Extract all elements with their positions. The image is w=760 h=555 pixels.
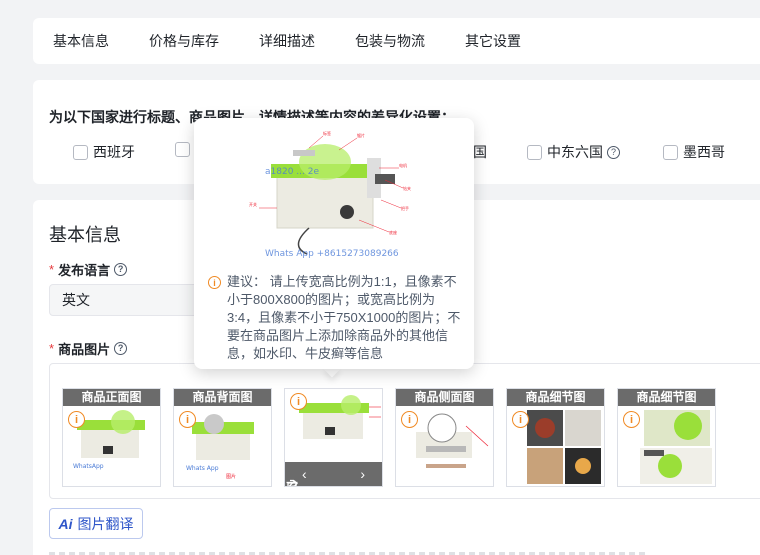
checkbox-box[interactable]: [73, 144, 88, 160]
warning-icon: i: [623, 411, 640, 428]
svg-text:Whats App: Whats App: [186, 465, 219, 472]
svg-text:WhatsApp: WhatsApp: [73, 463, 104, 470]
checkbox-mexico[interactable]: 墨西哥: [663, 142, 725, 162]
warning-icon: i: [290, 393, 307, 410]
checkbox-hidden[interactable]: [175, 142, 195, 157]
preview-image: 标签 锯片 电机钻夹 把手 开关 底座 a1820 ... 2e Whats App…: [249, 128, 419, 270]
question-circle-icon[interactable]: ?: [114, 342, 128, 355]
image-upload-tip: i 建议： 请上传宽高比例为1:1，且像素不小于800X800的图片；或宽高比例…: [208, 273, 464, 363]
product-images-panel: 商品正面图 i WhatsApp 商品背面图 i Whats App 图片 i ‹…: [49, 363, 760, 499]
svg-text:底座: 底座: [389, 229, 397, 235]
info-icon: i: [208, 276, 221, 289]
image-thumb-selected[interactable]: i ‹ ›: [284, 388, 383, 487]
warning-icon: i: [401, 411, 418, 428]
tab-bar: 基本信息 价格与库存 详细描述 包装与物流 其它设置: [33, 18, 760, 64]
image-thumb-back[interactable]: 商品背面图 i Whats App 图片: [173, 388, 272, 487]
svg-text:锯片: 锯片: [357, 132, 365, 138]
image-thumb-side[interactable]: 商品侧面图 i: [395, 388, 494, 487]
checkbox-box[interactable]: [175, 142, 190, 157]
svg-text:把手: 把手: [401, 205, 409, 211]
tab-price-stock[interactable]: 价格与库存: [149, 31, 219, 51]
watermark-bottom: Whats App +8615273089266: [265, 249, 399, 259]
images-label: * 商品图片 ?: [49, 339, 128, 358]
checkbox-spain[interactable]: 西班牙: [73, 142, 135, 162]
required-mark: *: [49, 341, 55, 356]
next-icon[interactable]: ›: [360, 466, 365, 482]
warning-icon: i: [68, 411, 85, 428]
tip-text: 建议： 请上传宽高比例为1:1，且像素不小于800X800的图片；或宽高比例为3…: [227, 274, 461, 361]
checkbox-label: 国: [473, 144, 487, 160]
image-thumb-detail-1[interactable]: 商品细节图 i: [506, 388, 605, 487]
checkbox-box[interactable]: [663, 144, 678, 160]
language-label: * 发布语言 ?: [49, 260, 128, 279]
checkbox-country-partial[interactable]: 国: [473, 142, 487, 162]
question-circle-icon[interactable]: ?: [607, 145, 620, 159]
thumb-caption: 商品正面图: [63, 389, 160, 406]
language-label-text: 发布语言: [58, 263, 111, 278]
svg-text:标签: 标签: [323, 130, 331, 136]
thumb-caption: 商品细节图: [507, 389, 604, 406]
checkbox-label: 西班牙: [93, 144, 135, 160]
checkbox-label: 中东六国: [547, 144, 603, 160]
checkbox-label: 墨西哥: [683, 144, 725, 160]
image-translate-button[interactable]: Ai 图片翻译: [49, 508, 143, 539]
language-value: 英文: [62, 292, 90, 308]
tab-packaging[interactable]: 包装与物流: [355, 31, 425, 51]
required-mark: *: [49, 262, 55, 277]
thumb-caption: 商品背面图: [174, 389, 271, 406]
warning-icon: i: [179, 411, 196, 428]
warning-icon: i: [512, 411, 529, 428]
images-label-text: 商品图片: [58, 342, 111, 357]
question-circle-icon[interactable]: ?: [114, 263, 128, 276]
translate-label: 图片翻译: [77, 515, 134, 532]
svg-text:钻夹: 钻夹: [403, 185, 411, 191]
image-thumb-front[interactable]: 商品正面图 i WhatsApp: [62, 388, 161, 487]
checkbox-middle-east[interactable]: 中东六国?: [527, 142, 620, 162]
tab-other-settings[interactable]: 其它设置: [465, 31, 521, 51]
image-preview-popover: 标签 锯片 电机钻夹 把手 开关 底座 a1820 ... 2e Whats App…: [194, 118, 474, 369]
checkbox-box[interactable]: [527, 144, 542, 160]
ai-icon: Ai: [58, 515, 73, 532]
image-thumb-detail-2[interactable]: 商品细节图 i: [617, 388, 716, 487]
thumb-caption: 商品侧面图: [396, 389, 493, 406]
tab-basic-info[interactable]: 基本信息: [53, 31, 109, 51]
tab-description[interactable]: 详细描述: [259, 31, 315, 51]
svg-text:开关: 开关: [249, 201, 257, 207]
section-title: 基本信息: [49, 225, 121, 245]
prev-icon[interactable]: ‹: [302, 466, 307, 482]
svg-text:电机: 电机: [399, 162, 407, 168]
thumb-caption: 商品细节图: [618, 389, 715, 406]
thumb-toolbar: ‹ ›: [285, 462, 382, 486]
watermark-top: a1820 ... 2e: [265, 167, 319, 177]
svg-text:图片: 图片: [226, 473, 236, 480]
